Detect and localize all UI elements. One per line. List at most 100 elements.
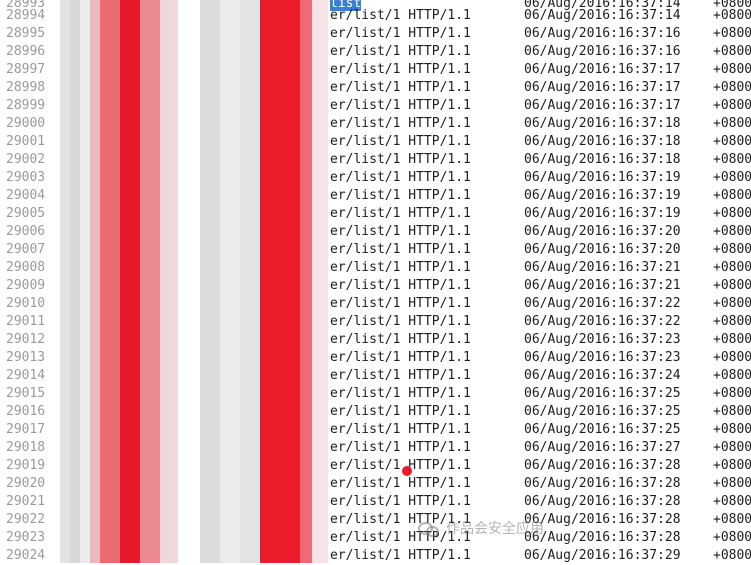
timezone: +0800	[713, 44, 751, 59]
line-number: 29022	[6, 512, 46, 527]
timestamp: 06/Aug/2016:16:37:22	[524, 314, 681, 329]
request-text: er/list/1 HTTP/1.1	[330, 422, 471, 437]
request-text: er/list/1 HTTP/1.1	[330, 494, 471, 509]
line-number: 29000	[6, 116, 46, 131]
timestamp: 06/Aug/2016:16:37:19	[524, 170, 681, 185]
line-number: 29001	[6, 134, 46, 149]
request-text: er/list/1 HTTP/1.1	[330, 260, 471, 275]
timezone: +0800	[713, 152, 751, 167]
timestamp: 06/Aug/2016:16:37:21	[524, 260, 681, 275]
timezone: +0800	[713, 440, 751, 455]
timezone: +0800	[713, 296, 751, 311]
timezone: +0800	[713, 350, 751, 365]
timestamp: 06/Aug/2016:16:37:23	[524, 350, 681, 365]
line-number: 29023	[6, 530, 46, 545]
timezone: +0800	[713, 386, 751, 401]
timezone: +0800	[713, 512, 751, 527]
timestamp: 06/Aug/2016:16:37:24	[524, 368, 681, 383]
timestamp: 06/Aug/2016:16:37:20	[524, 224, 681, 239]
request-text: er/list/1 HTTP/1.1	[330, 98, 471, 113]
timezone: +0800	[713, 458, 751, 473]
line-number: 29015	[6, 386, 46, 401]
line-number: 28995	[6, 26, 46, 41]
timezone: +0800	[713, 404, 751, 419]
timestamp: 06/Aug/2016:16:37:28	[524, 476, 681, 491]
request-text: er/list/1 HTTP/1.1	[330, 170, 471, 185]
timestamp: 06/Aug/2016:16:37:25	[524, 404, 681, 419]
timezone: +0800	[713, 368, 751, 383]
request-text: er/list/1 HTTP/1.1	[330, 224, 471, 239]
timestamp: 06/Aug/2016:16:37:21	[524, 278, 681, 293]
request-text: er/list/1 HTTP/1.1	[330, 350, 471, 365]
line-number: 29007	[6, 242, 46, 257]
line-number: 29021	[6, 494, 46, 509]
request-text: er/list/1 HTTP/1.1	[330, 8, 471, 23]
redaction-block-right	[200, 0, 328, 563]
timezone: +0800	[713, 260, 751, 275]
line-number: 29011	[6, 314, 46, 329]
line-number: 29008	[6, 260, 46, 275]
request-text: er/list/1 HTTP/1.1	[330, 314, 471, 329]
timezone: +0800	[713, 314, 751, 329]
timezone: +0800	[713, 206, 751, 221]
timestamp: 06/Aug/2016:16:37:19	[524, 206, 681, 221]
line-number: 28994	[6, 8, 46, 23]
timestamp: 06/Aug/2016:16:37:16	[524, 26, 681, 41]
redaction-block-left	[60, 0, 178, 563]
timestamp: 06/Aug/2016:16:37:27	[524, 440, 681, 455]
timezone: +0800	[713, 422, 751, 437]
timestamp: 06/Aug/2016:16:37:28	[524, 458, 681, 473]
line-number: 29017	[6, 422, 46, 437]
request-text: er/list/1 HTTP/1.1	[330, 386, 471, 401]
request-text: er/list/1 HTTP/1.1	[330, 458, 471, 473]
timestamp: 06/Aug/2016:16:37:25	[524, 422, 681, 437]
request-text: er/list/1 HTTP/1.1	[330, 278, 471, 293]
timestamp: 06/Aug/2016:16:37:28	[524, 530, 681, 545]
timestamp: 06/Aug/2016:16:37:19	[524, 188, 681, 203]
timestamp: 06/Aug/2016:16:37:28	[524, 494, 681, 509]
line-number: 28996	[6, 44, 46, 59]
timezone: +0800	[713, 170, 751, 185]
line-number: 29018	[6, 440, 46, 455]
timezone: +0800	[713, 242, 751, 257]
line-number: 28999	[6, 98, 46, 113]
timezone: +0800	[713, 8, 751, 23]
timezone: +0800	[713, 476, 751, 491]
timezone: +0800	[713, 134, 751, 149]
timezone: +0800	[713, 80, 751, 95]
timestamp: 06/Aug/2016:16:37:18	[524, 134, 681, 149]
request-text: er/list/1 HTTP/1.1	[330, 476, 471, 491]
timestamp: 06/Aug/2016:16:37:17	[524, 98, 681, 113]
timezone: +0800	[713, 332, 751, 347]
request-text: er/list/1 HTTP/1.1	[330, 134, 471, 149]
timezone: +0800	[713, 494, 751, 509]
request-text: er/list/1 HTTP/1.1	[330, 206, 471, 221]
timezone: +0800	[713, 224, 751, 239]
timezone: +0800	[713, 98, 751, 113]
line-number: 28997	[6, 62, 46, 77]
request-text: er/list/1 HTTP/1.1	[330, 62, 471, 77]
request-text: er/list/1 HTTP/1.1	[330, 116, 471, 131]
request-text: er/list/1 HTTP/1.1	[330, 332, 471, 347]
line-number: 29013	[6, 350, 46, 365]
timezone: +0800	[713, 530, 751, 545]
wechat-icon	[418, 520, 440, 537]
timestamp: 06/Aug/2016:16:37:14	[524, 8, 681, 23]
request-text: er/list/1 HTTP/1.1	[330, 296, 471, 311]
timestamp: 06/Aug/2016:16:37:29	[524, 548, 681, 563]
request-text: er/list/1 HTTP/1.1	[330, 80, 471, 95]
timestamp: 06/Aug/2016:16:37:20	[524, 242, 681, 257]
timestamp: 06/Aug/2016:16:37:25	[524, 386, 681, 401]
timestamp: 06/Aug/2016:16:37:18	[524, 152, 681, 167]
line-number: 29003	[6, 170, 46, 185]
timestamp: 06/Aug/2016:16:37:17	[524, 80, 681, 95]
timezone: +0800	[713, 548, 751, 563]
timestamp: 06/Aug/2016:16:37:22	[524, 296, 681, 311]
timestamp: 06/Aug/2016:16:37:28	[524, 512, 681, 527]
line-number: 29020	[6, 476, 46, 491]
cursor-dot	[402, 466, 412, 476]
line-number: 29009	[6, 278, 46, 293]
line-number: 29010	[6, 296, 46, 311]
request-text: er/list/1 HTTP/1.1	[330, 548, 471, 563]
timestamp: 06/Aug/2016:16:37:23	[524, 332, 681, 347]
